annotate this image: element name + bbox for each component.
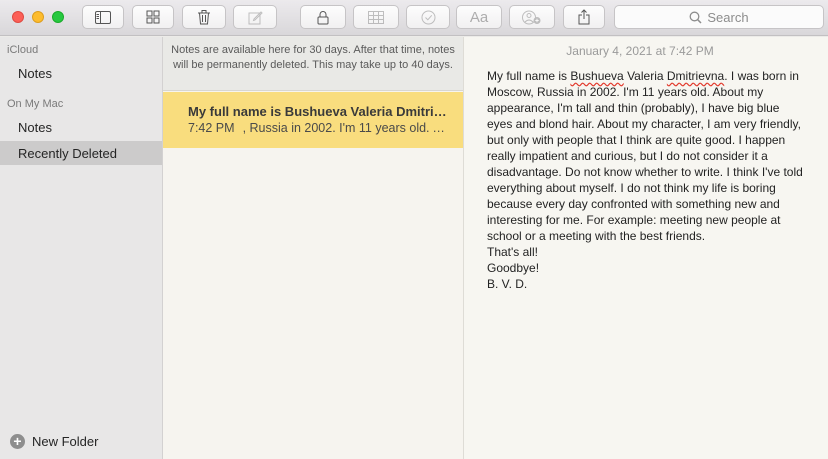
toolbar: Aa Search [0,0,828,36]
new-folder-label: New Folder [32,434,99,449]
search-placeholder: Search [707,9,749,25]
sidebar-toggle-icon [95,10,111,24]
sidebar-item-label: Notes [18,119,52,135]
sidebar-item-label: Recently Deleted [18,145,117,161]
note-body[interactable]: My full name is Bushueva Valeria Dmitrie… [487,68,807,292]
note-text: My full name is [487,69,571,83]
note-date: January 4, 2021 at 7:42 PM [566,44,714,58]
note-line-thats-all: That's all! [487,245,538,259]
add-people-icon [522,10,541,24]
note-preview: , Russia in 2002. I'm 11 years old. Abou… [242,121,453,135]
sidebar-item-recently-deleted[interactable]: Recently Deleted [0,141,162,165]
compose-button[interactable] [233,5,277,29]
sidebar-section-icloud: iCloud [7,44,39,56]
search-field[interactable]: Search [614,5,824,29]
recently-deleted-banner: Notes are available here for 30 days. Af… [163,37,463,91]
format-button[interactable]: Aa [456,5,502,29]
misspelled-word[interactable]: Bushueva [570,69,623,83]
delete-button[interactable] [182,5,226,29]
checklist-button[interactable] [406,5,450,29]
table-button[interactable] [353,5,399,29]
misspelled-word[interactable]: Dmitrievna [667,69,724,83]
format-icon: Aa [469,8,489,26]
note-line-signature: B. V. D. [487,277,528,291]
compose-icon [248,10,263,24]
sidebar-item-mac-notes[interactable]: Notes [0,115,162,139]
gallery-view-icon [146,10,160,24]
note-meta: 7:42 PM , Russia in 2002. I'm 11 years ol… [188,121,453,135]
trash-icon [198,9,210,24]
note-line-goodbye: Goodbye! [487,261,540,275]
lock-icon [317,10,329,24]
note-title: My full name is Bushueva Valeria Dmitrie… [188,104,453,119]
note-list-item[interactable]: My full name is Bushueva Valeria Dmitrie… [163,92,463,148]
new-folder-button[interactable]: + New Folder [10,434,98,449]
gallery-view-button[interactable] [132,5,174,29]
share-button[interactable] [563,5,605,29]
close-window-button[interactable] [12,11,24,23]
search-icon [689,11,702,24]
plus-circle-icon: + [10,434,25,449]
minimize-window-button[interactable] [32,11,44,23]
note-editor[interactable]: January 4, 2021 at 7:42 PM My full name … [464,37,828,459]
lock-button[interactable] [300,5,346,29]
share-icon [578,9,590,25]
sidebar-item-icloud-notes[interactable]: Notes [0,61,162,85]
sidebar: iCloud Notes On My Mac Notes Recently De… [0,37,163,459]
note-time: 7:42 PM [188,121,235,135]
note-list: Notes are available here for 30 days. Af… [163,37,464,459]
add-people-button[interactable] [509,5,555,29]
checklist-icon [421,10,435,24]
note-text: . I was born in Moscow, Russia in 2002. … [487,69,807,243]
sidebar-toggle-button[interactable] [82,5,124,29]
zoom-window-button[interactable] [52,11,64,23]
sidebar-item-label: Notes [18,65,52,81]
note-paragraph: My full name is Bushueva Valeria Dmitrie… [487,68,807,244]
table-icon [368,10,384,24]
note-text: Valeria [623,69,667,83]
sidebar-section-on-my-mac: On My Mac [7,98,64,110]
